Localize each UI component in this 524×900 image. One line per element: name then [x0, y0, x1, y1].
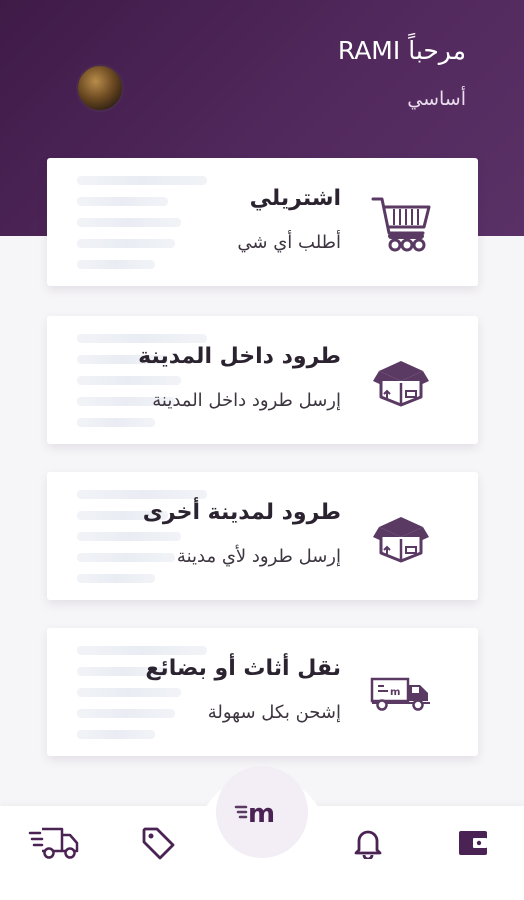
card-title: طرود داخل المدينة [138, 344, 341, 369]
moving-truck-icon: m [368, 660, 434, 726]
shopping-cart-icon [368, 190, 434, 256]
placeholder-lines [77, 176, 207, 281]
bell-icon[interactable] [340, 820, 396, 866]
tag-icon[interactable] [130, 820, 186, 866]
app-logo-icon: m [234, 799, 275, 827]
wallet-icon[interactable] [445, 820, 501, 866]
box-icon [368, 504, 434, 570]
delivery-truck-icon[interactable] [26, 820, 82, 866]
card-subtitle: أطلب أي شي [237, 232, 341, 253]
card-title: اشتريلي [249, 186, 341, 211]
svg-text:m: m [390, 687, 400, 698]
card-subtitle: إشحن بكل سهولة [207, 702, 341, 723]
avatar[interactable] [76, 64, 124, 112]
service-card-intercity-parcels[interactable]: طرود لمدينة أخرى إرسل طرود لأي مدينة [47, 472, 478, 600]
plan-label: أساسي [407, 88, 466, 110]
card-title: طرود لمدينة أخرى [142, 500, 341, 525]
svg-text:m: m [248, 799, 275, 827]
service-card-moving[interactable]: نقل أثاث أو بضائع إشحن بكل سهولة m [47, 628, 478, 756]
card-title: نقل أثاث أو بضائع [145, 656, 341, 681]
card-subtitle: إرسل طرود داخل المدينة [152, 390, 341, 411]
service-card-city-parcels[interactable]: طرود داخل المدينة إرسل طرود داخل المدينة [47, 316, 478, 444]
home-logo-button[interactable]: m [216, 766, 308, 858]
card-subtitle: إرسل طرود لأي مدينة [176, 546, 341, 567]
service-card-buy-for-me[interactable]: اشتريلي أطلب أي شي [47, 158, 478, 286]
greeting-text: مرحباً RAMI [337, 36, 466, 65]
box-icon [368, 348, 434, 414]
